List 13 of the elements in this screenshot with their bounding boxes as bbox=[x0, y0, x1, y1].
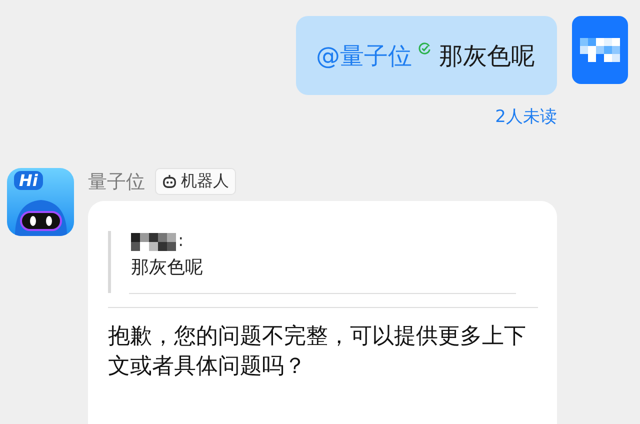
bot-avatar[interactable]: Hi bbox=[7, 168, 74, 236]
mention-link[interactable]: @量子位 bbox=[316, 40, 412, 72]
blurred-name-icon bbox=[131, 233, 176, 251]
user-avatar-icon[interactable] bbox=[572, 16, 628, 84]
avatar-text: Hi bbox=[14, 171, 43, 190]
answer-text: 抱歉，您的问题不完整，可以提供更多上下文或者具体问题吗？ bbox=[108, 307, 538, 382]
quote-text: 那灰色呢 bbox=[131, 256, 204, 279]
sender-name: 量子位 bbox=[88, 170, 145, 194]
robot-icon bbox=[162, 174, 177, 189]
message-text: 那灰色呢 bbox=[439, 40, 535, 72]
quote-colon: : bbox=[178, 231, 184, 251]
read-status-link[interactable]: 2人未读 bbox=[495, 105, 557, 128]
tag-label: 机器人 bbox=[181, 171, 229, 192]
